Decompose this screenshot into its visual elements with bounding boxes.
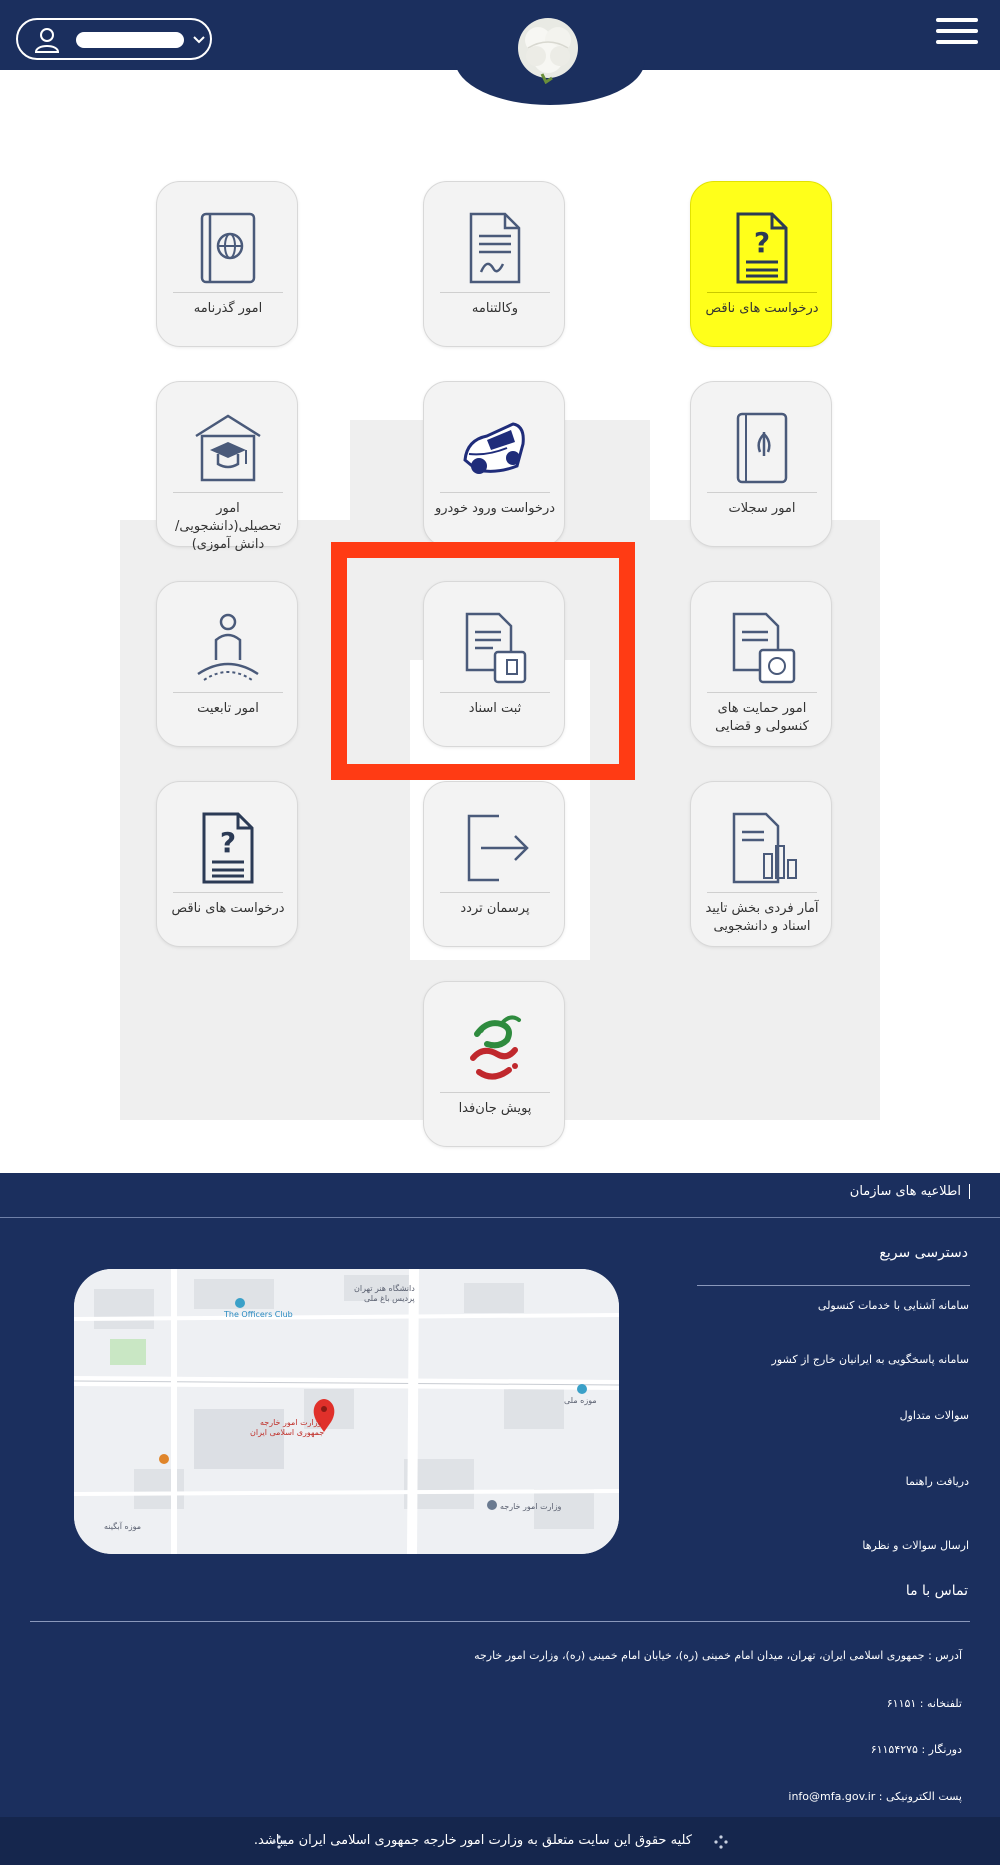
quick-access-title: دسترسی سریع [879, 1245, 968, 1261]
tile-label: درخواست ورود خودرو [434, 501, 556, 516]
white-flower-logo [518, 18, 578, 84]
contact-address: آدرس : جمهوری اسلامی ایران، تهران، میدان… [474, 1649, 962, 1662]
quick-link-consular-services[interactable]: سامانه آشنایی با خدمات کنسولی [818, 1299, 969, 1312]
map-label: دانشگاه هنر تهران [354, 1283, 415, 1293]
svg-text:?: ? [754, 226, 770, 259]
quick-link-guide[interactable]: دریافت راهنما [906, 1475, 969, 1488]
tile-label: امور تابعیت [197, 701, 259, 716]
tile-civil-registry[interactable]: امور سجلات [690, 381, 832, 547]
tile-incomplete-requests[interactable]: ? درخواست های ناقص [690, 181, 832, 347]
iran-passport-icon [736, 412, 788, 484]
copyright-bar: کلیه حقوق این سایت متعلق به وزارت امور خ… [0, 1817, 1000, 1865]
contact-phone: تلفنخانه : ۶۱۱۵۱ [886, 1697, 962, 1710]
document-signature-icon [469, 212, 521, 284]
tile-label: درخواست های ناقص [171, 901, 285, 916]
contact-email[interactable]: پست الکترونیکی : info@mfa.gov.ir [788, 1790, 962, 1803]
hamburger-menu-button[interactable] [936, 18, 980, 48]
person-globe-icon [197, 613, 259, 681]
tile-label: پویش جان‌فدا [458, 1101, 532, 1116]
quick-link-send-questions[interactable]: ارسال سوالات و نظرها [862, 1539, 969, 1552]
location-map[interactable]: دانشگاه هنر تهران پردیس باغ ملی The Offi… [74, 1269, 619, 1554]
tile-label: پرسمان تردد [460, 901, 530, 916]
car-icon [463, 422, 525, 474]
footer: اطلاعیه های سازمان دسترسی سریع سامانه آش… [0, 1173, 1000, 1865]
tile-label: امور گذرنامه [193, 301, 263, 316]
user-icon [34, 28, 60, 53]
map-label: وزارت امور خارجه [260, 1418, 322, 1427]
divider [30, 1621, 970, 1622]
tile-power-of-attorney[interactable]: وکالتنامه [423, 181, 565, 347]
divider [697, 1285, 970, 1286]
tile-label: درخواست های ناقص [705, 301, 819, 316]
document-chart-icon [732, 812, 797, 884]
quick-link-iranians-abroad[interactable]: سامانه پاسخگویی به ایرانیان خارج از کشور [772, 1353, 969, 1366]
map-label: The Officers Club [223, 1310, 293, 1319]
janfada-calligraphy-icon [470, 1015, 521, 1080]
user-menu-button[interactable] [16, 18, 212, 60]
divider [0, 1217, 1000, 1218]
document-question-icon: ? [736, 212, 788, 284]
tile-janfada-campaign[interactable]: پویش جان‌فدا [423, 981, 565, 1147]
quick-link-faq[interactable]: سوالات متداول [900, 1409, 969, 1422]
tile-consular-judicial-support[interactable]: امور حمایت های کنسولی و قضایی [690, 581, 832, 747]
passport-icon [200, 212, 256, 284]
document-question-icon: ? [202, 812, 254, 884]
contact-title: تماس با ما [905, 1583, 968, 1599]
tile-label: آمار فردی بخش تایید اسناد و دانشجویی [705, 901, 819, 934]
graduation-cap-icon [195, 414, 261, 482]
tile-citizenship-affairs[interactable]: امور تابعیت [156, 581, 298, 747]
tile-travel-inquiry[interactable]: پرسمان تردد [423, 781, 565, 947]
ornament-icon [272, 1835, 286, 1849]
map-label: پردیس باغ ملی [364, 1294, 415, 1303]
tile-passport-affairs[interactable]: امور گذرنامه [156, 181, 298, 347]
copyright-text: کلیه حقوق این سایت متعلق به وزارت امور خ… [253, 1833, 692, 1848]
announcements-link[interactable]: اطلاعیه های سازمان [850, 1184, 970, 1199]
highlight-box [331, 542, 635, 780]
contact-fax: دورنگار : ۶۱۱۵۴۲۷۵ [870, 1743, 962, 1756]
tile-incomplete-requests-2[interactable]: ? درخواست های ناقص [156, 781, 298, 947]
map-label: وزارت امور خارجه [500, 1502, 562, 1511]
tile-label: امور حمایت های کنسولی و قضایی [715, 701, 809, 734]
user-name-redacted [76, 32, 184, 48]
tile-vehicle-entry-request[interactable]: درخواست ورود خودرو [423, 381, 565, 547]
map-label: موزه ملی [564, 1396, 597, 1405]
tile-document-statistics[interactable]: آمار فردی بخش تایید اسناد و دانشجویی [690, 781, 832, 947]
tile-label: امور تحصیلی(دانشجویی/ دانش آموزی) [175, 501, 281, 552]
tile-education-affairs[interactable]: امور تحصیلی(دانشجویی/ دانش آموزی) [156, 381, 298, 552]
map-label: جمهوری اسلامی ایران [250, 1428, 324, 1437]
exit-arrow-icon [467, 814, 529, 882]
ornament-icon [714, 1835, 728, 1849]
chevron-down-icon [193, 36, 205, 44]
document-emblem-icon [732, 612, 796, 684]
tile-label: وکالتنامه [471, 301, 519, 316]
svg-text:?: ? [220, 826, 236, 859]
map-label: موزه آبگینه [104, 1521, 141, 1531]
tile-label: امور سجلات [728, 501, 796, 516]
